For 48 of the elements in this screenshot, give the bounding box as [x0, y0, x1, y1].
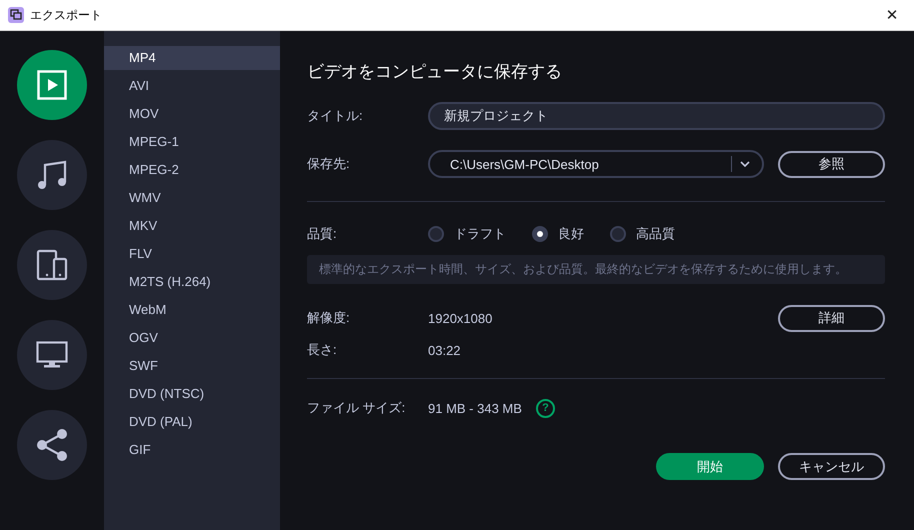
field-label: 保存先: [307, 155, 351, 173]
field-label: タイトル: [307, 107, 364, 125]
app-icon [8, 7, 24, 23]
monitor-icon [36, 341, 68, 369]
file-size-value: 91 MB - 343 MB [428, 400, 522, 416]
format-item[interactable]: OGV [104, 326, 280, 350]
play-icon [37, 70, 67, 100]
radio-button[interactable] [610, 226, 626, 242]
format-item[interactable]: WebM [104, 298, 280, 322]
format-item[interactable]: M2TS (H.264) [104, 270, 280, 294]
browse-button[interactable]: 参照 [778, 150, 885, 178]
format-item[interactable]: MP4 [104, 46, 280, 70]
radio-button[interactable] [532, 226, 548, 242]
format-item[interactable]: DVD (NTSC) [104, 382, 280, 406]
window-title: エクスポート [30, 6, 102, 24]
format-item[interactable]: AVI [104, 74, 280, 98]
format-item[interactable]: MPEG-1 [104, 130, 280, 154]
folder-dropdown[interactable]: C:\Users\GM-PC\Desktop [428, 150, 764, 178]
format-item[interactable]: DVD (PAL) [104, 410, 280, 434]
details-button[interactable]: 詳細 [778, 304, 885, 332]
section-heading: ビデオをコンピュータに保存する [307, 61, 563, 83]
chevron-down-icon [740, 161, 750, 167]
field-label: 長さ: [307, 341, 338, 359]
field-label: ファイル サイズ: [307, 399, 406, 417]
radio-label: 良好 [558, 225, 584, 243]
close-button[interactable]: ✕ [870, 0, 914, 30]
radio-label: 高品質 [636, 225, 675, 243]
resolution-value: 1920x1080 [428, 310, 492, 326]
format-item[interactable]: MPEG-2 [104, 158, 280, 182]
field-label: 解像度: [307, 309, 351, 327]
radio-button[interactable] [428, 226, 444, 242]
length-value: 03:22 [428, 342, 461, 358]
radio-label: ドラフト [454, 225, 506, 243]
format-item[interactable]: MKV [104, 214, 280, 238]
share-icon [36, 428, 68, 462]
title-field[interactable]: 新規プロジェクト [428, 102, 885, 130]
devices-icon [36, 249, 68, 281]
format-item[interactable]: GIF [104, 438, 280, 462]
quality-description: 標準的なエクスポート時間、サイズ、および品質。最終的なビデオを保存するために使用します。 [307, 255, 885, 284]
format-item[interactable]: WMV [104, 186, 280, 210]
cancel-button[interactable]: キャンセル [778, 453, 885, 480]
help-icon[interactable]: ? [536, 398, 555, 418]
music-note-icon [36, 159, 68, 191]
format-item[interactable]: MOV [104, 102, 280, 126]
field-label: 品質: [307, 225, 338, 243]
format-item[interactable]: FLV [104, 242, 280, 266]
format-item[interactable]: SWF [104, 354, 280, 378]
start-button[interactable]: 開始 [656, 453, 764, 480]
